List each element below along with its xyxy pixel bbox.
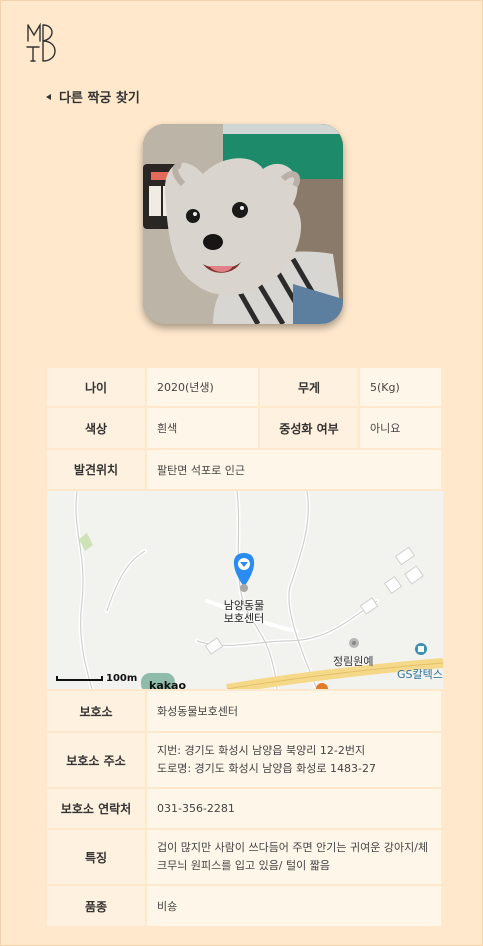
breed-value: 비숑 <box>145 884 443 928</box>
found-place-label: 발견위치 <box>45 448 147 491</box>
feature-value: 겁이 많지만 사람이 쓰다듬어 주면 안기는 귀여운 강아지/체크무늬 원피스를… <box>145 828 443 886</box>
address-value: 지번: 경기도 화성시 남양읍 북양리 12-2번지 도로명: 경기도 화성시 … <box>145 731 443 789</box>
weight-label: 무게 <box>258 366 360 408</box>
feature-label: 특징 <box>45 828 147 886</box>
map-poi-jungrim: 정림원예 <box>333 655 374 668</box>
pet-info-table: 나이 2020(년생) 무게 5(Kg) 색상 흰색 중성화 여부 아니요 발견… <box>45 366 443 928</box>
age-value: 2020(년생) <box>145 366 260 408</box>
color-label: 색상 <box>45 406 147 450</box>
back-label: 다른 짝궁 찾기 <box>59 91 140 106</box>
address-lot: 지번: 경기도 화성시 남양읍 북양리 12-2번지 <box>157 744 366 757</box>
shelter-map[interactable]: 남양동물 보호센터 정림원예 GS칼텍스 100m kakao <box>47 491 443 689</box>
mbti-logo[interactable] <box>25 23 61 63</box>
map-marker-label: 남양동물 보호센터 <box>223 599 265 625</box>
neuter-label: 중성화 여부 <box>258 406 360 450</box>
neuter-value: 아니요 <box>358 406 443 450</box>
color-value: 흰색 <box>145 406 260 450</box>
contact-label: 보호소 연락처 <box>45 787 147 830</box>
age-label: 나이 <box>45 366 147 408</box>
map-cell: 남양동물 보호센터 정림원예 GS칼텍스 100m kakao <box>45 489 443 691</box>
shelter-value: 화성동물보호센터 <box>145 689 443 733</box>
page: 다른 짝궁 찾기 나이 2020(년생) 무게 5(Kg) 색상 흰색 중성화 … <box>0 0 483 946</box>
contact-value[interactable]: 031-356-2281 <box>145 787 443 830</box>
weight-value: 5(Kg) <box>358 366 443 408</box>
found-place-value: 팔탄면 석포로 인근 <box>145 448 443 491</box>
address-road: 도로명: 경기도 화성시 남양읍 화성로 1483-27 <box>157 762 376 775</box>
back-link[interactable]: 다른 짝궁 찾기 <box>46 87 140 106</box>
caret-left-icon <box>46 93 51 100</box>
address-label: 보호소 주소 <box>45 731 147 789</box>
map-brand-label: kakao <box>149 679 187 689</box>
map-scale-label: 100m <box>106 673 138 684</box>
breed-label: 품종 <box>45 884 147 928</box>
pet-photo <box>143 124 343 324</box>
shelter-label: 보호소 <box>45 689 147 733</box>
map-poi-gs: GS칼텍스 <box>397 668 443 681</box>
